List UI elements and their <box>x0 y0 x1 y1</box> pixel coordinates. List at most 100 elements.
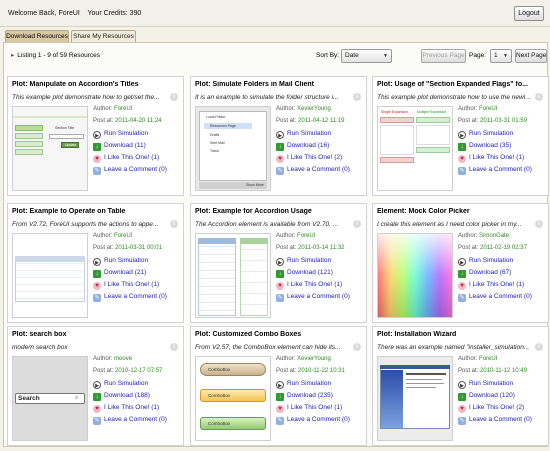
author-value[interactable]: ForeUI <box>114 106 132 112</box>
info-icon[interactable]: i <box>535 93 543 101</box>
info-icon[interactable]: i <box>535 343 543 351</box>
sort-select[interactable]: Date ▼ <box>341 49 392 63</box>
card-thumbnail[interactable] <box>377 356 453 441</box>
next-page-button[interactable]: Next Page <box>515 49 547 63</box>
run-simulation-link[interactable]: ▶ Run Simulation <box>276 257 364 269</box>
author-value[interactable]: ForeUI <box>297 233 315 239</box>
card-thumbnail[interactable] <box>377 233 453 318</box>
like-link[interactable]: ♥ I Like This One! (1) <box>276 404 364 416</box>
download-link[interactable]: ↓ Download (35) <box>458 142 546 154</box>
author-value[interactable]: moove <box>114 356 132 362</box>
like-link[interactable]: ♥ I Like This One! (2) <box>276 154 364 166</box>
download-link[interactable]: ↓ Download (235) <box>276 392 364 404</box>
comment-link[interactable]: ✎ Leave a Comment (0) <box>458 416 546 428</box>
download-icon: ↓ <box>93 270 101 278</box>
card-title[interactable]: Plot: Simulate Folders in Mail Client <box>195 81 363 88</box>
comment-link[interactable]: ✎ Leave a Comment (0) <box>458 166 546 178</box>
info-icon[interactable]: i <box>170 93 178 101</box>
thumb-show-more: Show More <box>246 183 264 187</box>
comment-link[interactable]: ✎ Leave a Comment (0) <box>458 293 546 305</box>
chevron-down-icon: ▼ <box>503 53 508 59</box>
like-label: I Like This One! (1) <box>104 281 160 288</box>
download-link[interactable]: ↓ Download (188) <box>93 392 181 404</box>
post-at-value: 2010-11-12 10:49 <box>480 368 527 374</box>
comment-label: Leave a Comment (0) <box>104 416 167 423</box>
card-title[interactable]: Plot: Installation Wizard <box>377 331 545 338</box>
heart-icon: ♥ <box>458 405 466 413</box>
heart-icon: ♥ <box>93 155 101 163</box>
card-title[interactable]: Plot: Usage of "Section Expanded Flags" … <box>377 81 545 88</box>
like-link[interactable]: ♥ I Like This One! (1) <box>93 281 181 293</box>
info-icon[interactable]: i <box>353 343 361 351</box>
card-thumbnail[interactable]: Search ⌕ <box>12 356 88 441</box>
download-link[interactable]: ↓ Download (121) <box>276 269 364 281</box>
like-link[interactable]: ♥ I Like This One! (2) <box>458 404 546 416</box>
info-icon[interactable]: i <box>353 220 361 228</box>
comment-link[interactable]: ✎ Leave a Comment (0) <box>93 166 181 178</box>
card-thumbnail[interactable] <box>12 233 88 318</box>
run-simulation-link[interactable]: ▶ Run Simulation <box>276 130 364 142</box>
download-link[interactable]: ↓ Download (16) <box>276 142 364 154</box>
like-link[interactable]: ♥ I Like This One! (1) <box>458 281 546 293</box>
download-link[interactable]: ↓ Download (67) <box>458 269 546 281</box>
heart-icon: ♥ <box>276 282 284 290</box>
info-icon[interactable]: i <box>170 220 178 228</box>
like-link[interactable]: ♥ I Like This One! (1) <box>93 154 181 166</box>
card-title[interactable]: Element: Mock Color Picker <box>377 208 545 215</box>
comment-link[interactable]: ✎ Leave a Comment (0) <box>276 416 364 428</box>
comment-link[interactable]: ✎ Leave a Comment (0) <box>93 416 181 428</box>
comment-link[interactable]: ✎ Leave a Comment (0) <box>276 293 364 305</box>
run-simulation-link[interactable]: ▶ Run Simulation <box>458 130 546 142</box>
tab-share-my-resources[interactable]: Share My Resources <box>71 30 136 42</box>
run-simulation-link[interactable]: ▶ Run Simulation <box>93 257 181 269</box>
previous-page-button[interactable]: Previous Page <box>421 49 466 63</box>
thumb-combobox: ComboBox <box>208 393 231 398</box>
author-label: Author: <box>458 106 478 112</box>
info-icon[interactable]: i <box>535 220 543 228</box>
like-label: I Like This One! (2) <box>287 154 343 161</box>
author-value[interactable]: ForeUI <box>114 233 132 239</box>
info-icon[interactable]: i <box>353 93 361 101</box>
card-title[interactable]: Plot: Example to Operate on Table <box>12 208 180 215</box>
run-simulation-link[interactable]: ▶ Run Simulation <box>93 380 181 392</box>
page-select[interactable]: 1 ▼ <box>490 49 512 63</box>
download-link[interactable]: ↓ Download (11) <box>93 142 181 154</box>
card-title[interactable]: Plot: Example for Accordion Usage <box>195 208 363 215</box>
comment-link[interactable]: ✎ Leave a Comment (0) <box>93 293 181 305</box>
like-link[interactable]: ♥ I Like This One! (1) <box>458 154 546 166</box>
author-value[interactable]: ForeUI <box>479 356 497 362</box>
post-at-label: Post at: <box>458 245 479 251</box>
download-link[interactable]: ↓ Download (120) <box>458 392 546 404</box>
author-value[interactable]: SimonGate <box>479 233 509 239</box>
comment-label: Leave a Comment (0) <box>287 166 350 173</box>
download-icon: ↓ <box>276 143 284 151</box>
download-link[interactable]: ↓ Download (21) <box>93 269 181 281</box>
info-icon[interactable]: i <box>170 343 178 351</box>
logout-button[interactable]: Logout <box>514 6 544 21</box>
card-thumbnail[interactable]: Local Folder Resources Page Drafts Sent … <box>195 106 271 191</box>
comment-label: Leave a Comment (0) <box>469 416 532 423</box>
tab-download-resources[interactable]: Download Resources <box>5 30 69 42</box>
run-simulation-link[interactable]: ▶ Run Simulation <box>93 130 181 142</box>
card-thumbnail[interactable]: ComboBox ComboBox ComboBox <box>195 356 271 441</box>
run-simulation-link[interactable]: ▶ Run Simulation <box>276 380 364 392</box>
like-link[interactable]: ♥ I Like This One! (1) <box>93 404 181 416</box>
card-thumbnail[interactable]: Single Expansion Multiple Expansion <box>377 106 453 191</box>
author-value[interactable]: XevierYoung <box>297 106 331 112</box>
card-thumbnail[interactable] <box>195 233 271 318</box>
play-icon: ▶ <box>458 258 466 266</box>
card-title[interactable]: Plot: search box <box>12 331 180 338</box>
comment-link[interactable]: ✎ Leave a Comment (0) <box>276 166 364 178</box>
author-value[interactable]: ForeUI <box>479 106 497 112</box>
like-link[interactable]: ♥ I Like This One! (1) <box>276 281 364 293</box>
author-label: Author: <box>458 233 478 239</box>
author-value[interactable]: XevierYoung <box>297 356 331 362</box>
card-meta: Author: ForeUI Post at: 2011-03-31 00:01… <box>93 233 181 305</box>
run-simulation-link[interactable]: ▶ Run Simulation <box>458 257 546 269</box>
card-thumbnail[interactable]: Section Title Update <box>12 106 88 191</box>
card-title[interactable]: Plot: Customized Combo Boxes <box>195 331 363 338</box>
card-title[interactable]: Plot: Manipulate on Accordion's Titles <box>12 81 180 88</box>
run-simulation-link[interactable]: ▶ Run Simulation <box>458 380 546 392</box>
download-label: Download (188) <box>104 392 150 399</box>
listing-text: Listing 1 - 9 of 59 Resources <box>17 52 101 59</box>
